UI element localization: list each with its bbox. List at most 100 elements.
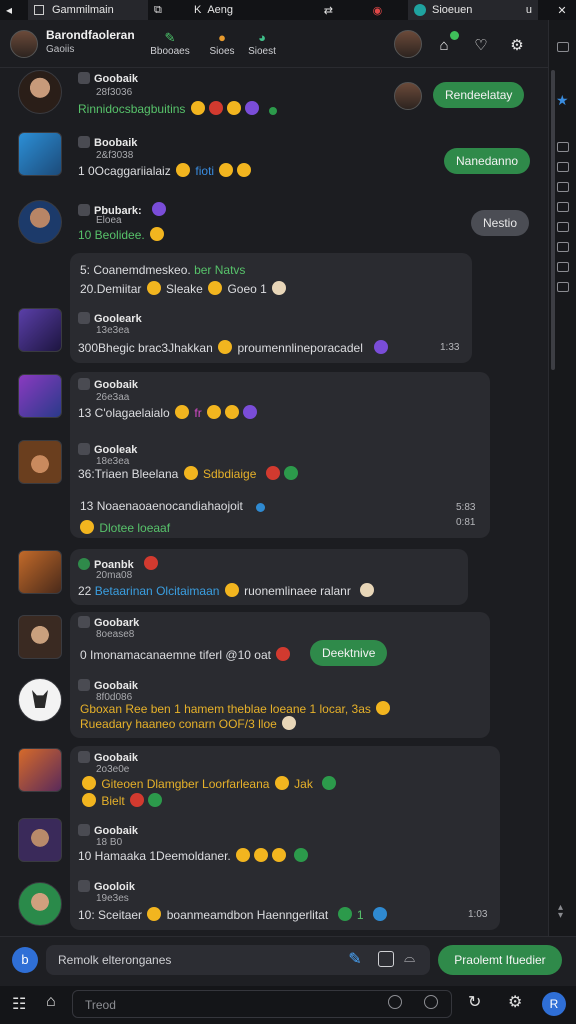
camera-icon[interactable] [424,995,438,1009]
send-button[interactable]: Praolemt Ifuedier [438,945,562,975]
author-name: Goobark [94,617,140,629]
tab-main[interactable]: Gammilmain [28,0,148,20]
reply-bubble[interactable]: Nanedanno [444,148,531,174]
reply-bubble[interactable]: Deektnive [310,640,388,666]
list-icon[interactable] [557,182,569,192]
notification-dot [450,31,459,40]
avatar[interactable] [10,30,38,58]
list-icon[interactable] [557,242,569,252]
pen-icon: ✎ [164,30,176,45]
chat-icon: ◕ [258,30,266,45]
tab-aeng[interactable]: K Aeng [188,0,298,20]
emoji-icon [376,701,391,715]
tab-toolbar: ⇄ ◉ [298,0,408,20]
message-time: 2o3e0e [96,764,130,775]
emoji-icon [224,583,239,597]
avatar[interactable] [18,374,62,418]
message-text: Gboxan Ree ben 1 hamem theblae loeane 1 … [80,701,392,716]
panel-icon[interactable] [557,42,569,52]
emoji-icon [150,227,165,241]
avatar[interactable] [18,308,62,352]
avatar[interactable] [18,882,62,926]
tab-bbooaes[interactable]: ✎ Bbooaes [140,30,200,57]
message-body: Dlotee loeaaf [99,521,171,535]
tab-sioest[interactable]: ◕ Sioest [232,30,292,57]
emoji-icon [372,907,387,921]
emoji-icon [265,466,280,480]
list-icon[interactable] [557,222,569,232]
message-body: Demiitar [96,282,142,296]
message-text: 10 Hamaaka 1Deemoldaner. [78,848,310,863]
reply-bubble[interactable]: Rendeelatay [433,82,525,108]
message-author: Goobaik [78,679,138,692]
emoji-icon [146,281,161,295]
message-body: 0 Imonamacanaemne tiferl @10 oat [80,648,271,662]
user-avatar[interactable] [394,30,422,58]
avatar[interactable] [394,82,422,110]
record-icon[interactable]: ◉ [373,4,383,17]
home-icon[interactable]: ⌂ [46,993,56,1011]
avatar[interactable] [18,818,62,862]
message-author: Pbubark: [78,202,168,217]
list-icon[interactable] [557,202,569,212]
scroll-arrows-icon[interactable]: ▴ ▾ [558,903,563,921]
mic-icon[interactable] [388,995,402,1009]
grid-icon[interactable]: ☷ [12,994,26,1014]
settings-icon[interactable]: ⚙ [508,992,522,1012]
tab-main-label: Gammilmain [52,4,114,16]
note-icon[interactable] [378,951,394,967]
star-icon[interactable]: ★ [556,92,569,109]
message-author: Goobaik [78,378,138,391]
avatar[interactable] [18,200,62,244]
list-icon[interactable] [557,262,569,272]
message-body: Sleake [166,282,203,296]
message-body: 10 Beolidee. [78,228,145,242]
message-tag: Sdbdiaige [202,467,257,481]
message-card [70,746,500,930]
reply-bubble[interactable]: Nestio [471,210,530,236]
tab-sioeuen[interactable]: Sioeuen u [408,0,538,20]
home-button[interactable]: ⌂ [431,31,459,58]
emoji-icon [218,340,233,354]
message-body: proumennlineporacadel [237,341,363,355]
tab-label: Bbooaes [150,46,190,57]
emoji-icon [226,101,241,115]
user-icon [78,679,90,691]
emoji-icon [130,793,145,807]
message-body: 36:Triaen Bleelana [78,467,179,481]
refresh-icon[interactable]: ↻ [468,992,481,1012]
scrollbar[interactable] [551,70,555,370]
list-icon[interactable] [557,162,569,172]
avatar[interactable] [18,440,62,484]
message-body: Rueadary haaneo conarn OOF/3 lloe [80,717,277,731]
teal-app-icon [414,4,426,16]
emoji-icon [243,405,258,419]
attach-button[interactable]: b [12,947,38,973]
bell-icon[interactable]: ⌓ [404,949,415,966]
settings-button[interactable]: ⚙ [504,32,530,58]
message-text: 10 Beolidee. [78,227,166,242]
pen-icon[interactable]: ✎ [344,949,366,971]
emoji-icon [148,793,163,807]
close-icon[interactable]: ✕ [548,0,576,20]
menu-icon[interactable]: ◂ [0,0,28,20]
avatar[interactable] [18,615,62,659]
emoji-icon [274,776,289,790]
message-time: 19e3es [96,893,129,904]
emoji-icon [208,101,223,115]
heart-button[interactable]: ♡ [468,32,494,58]
avatar[interactable] [18,550,62,594]
message-author: Goobaik [78,824,138,837]
profile-button[interactable]: R [542,992,566,1016]
emoji-icon [360,583,375,597]
avatar[interactable] [18,70,62,114]
message-input[interactable]: Remolk elteronganes [46,945,430,975]
shuffle-icon[interactable]: ⇄ [324,4,333,17]
emoji-icon [190,101,205,115]
avatar[interactable] [18,748,62,792]
list-icon[interactable] [557,282,569,292]
list-icon[interactable] [557,142,569,152]
tab-icon-copy[interactable]: ⧉ [148,0,188,20]
emoji-icon [294,848,309,862]
avatar[interactable] [18,132,62,176]
